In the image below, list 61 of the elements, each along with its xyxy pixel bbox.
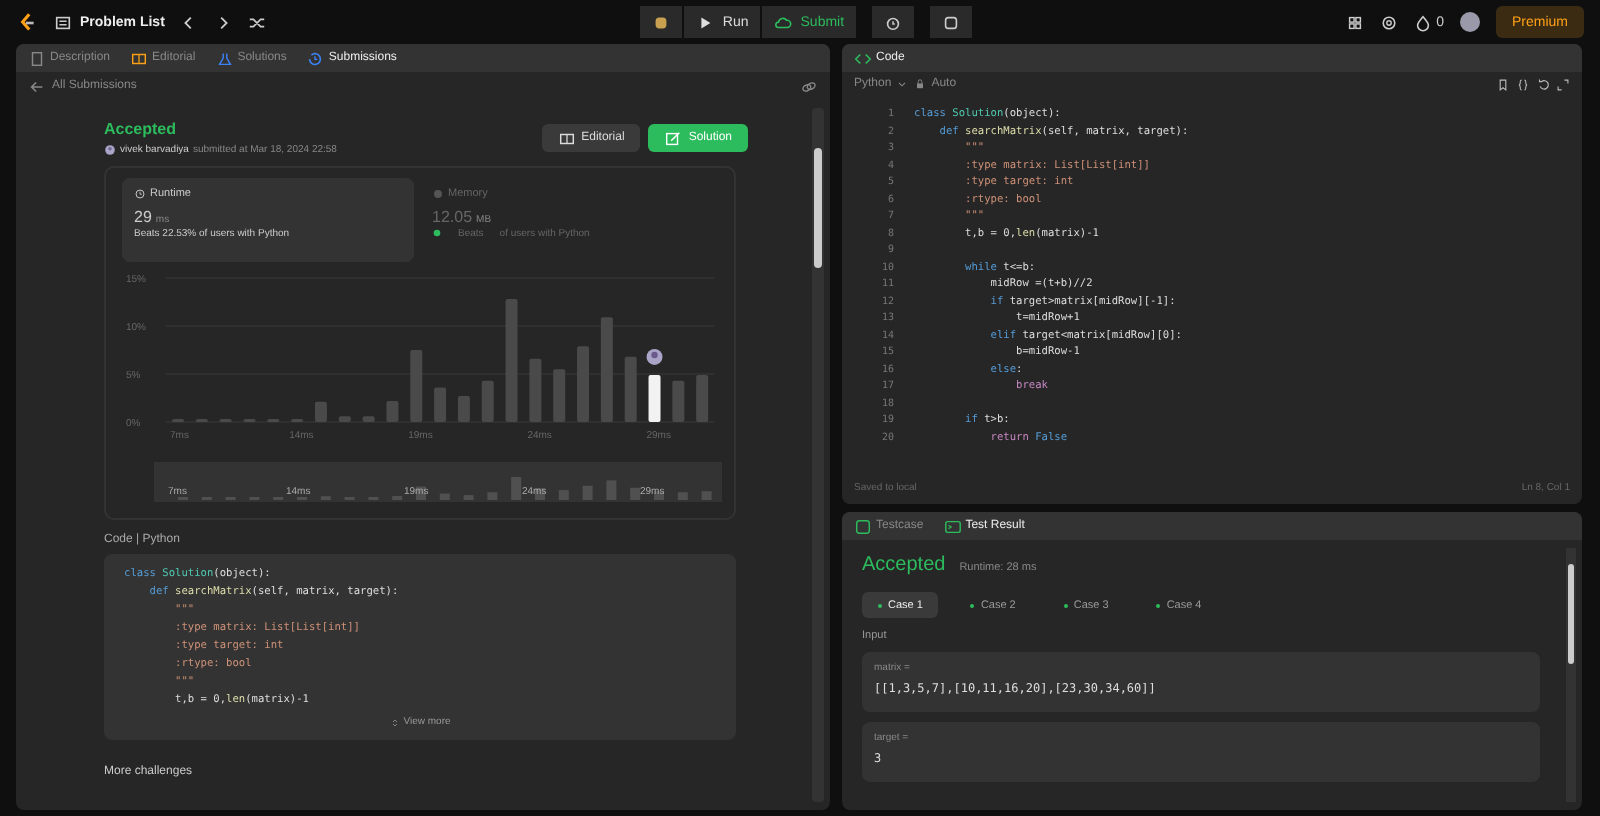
stat-value: 12.05 — [432, 208, 473, 226]
your-runtime-bar — [648, 374, 661, 422]
undo-icon — [1536, 77, 1550, 91]
book-icon — [130, 49, 149, 67]
history-icon — [306, 49, 325, 67]
bar — [696, 374, 709, 422]
bar — [434, 387, 447, 422]
bar — [672, 380, 685, 422]
expand-icon — [389, 717, 400, 727]
bar — [314, 401, 327, 422]
bar — [577, 346, 590, 422]
bookmark-icon — [1496, 77, 1510, 91]
bar — [362, 416, 375, 422]
bar — [505, 299, 518, 422]
submission-status: Accepted — [104, 120, 179, 138]
shuffle-icon — [248, 13, 267, 31]
avatar[interactable] — [1459, 12, 1480, 32]
checkbox-icon — [854, 517, 872, 535]
bar — [624, 356, 637, 422]
grid-icon — [1346, 13, 1365, 31]
flame-icon — [1414, 13, 1433, 31]
scrollbar[interactable] — [812, 108, 824, 802]
arrow-left-icon — [28, 77, 46, 95]
list-icon — [54, 13, 72, 31]
stat-value: 29 — [134, 208, 152, 226]
bar — [457, 396, 470, 422]
caret-icon — [895, 78, 908, 90]
bar — [338, 416, 351, 422]
bar — [600, 317, 613, 422]
bar — [529, 358, 542, 422]
scrollbar[interactable] — [1566, 548, 1576, 802]
braces-icon — [1516, 77, 1530, 91]
logo-icon — [16, 11, 38, 33]
alarm-clock-icon — [884, 13, 903, 31]
lock-icon — [913, 78, 926, 90]
timer-button[interactable] — [872, 6, 915, 38]
bar — [410, 350, 423, 422]
link-icon — [800, 77, 818, 95]
flask-icon — [215, 49, 234, 67]
document-icon — [28, 49, 46, 67]
user-avatar-icon — [104, 144, 116, 156]
note-icon — [942, 13, 961, 31]
bar — [553, 369, 566, 422]
play-icon — [696, 13, 715, 31]
bug-icon — [652, 13, 671, 31]
terminal-icon — [943, 517, 962, 535]
notes-button[interactable] — [930, 6, 973, 38]
check-icon — [432, 228, 442, 238]
settings-icon — [1380, 13, 1399, 31]
code-icon — [854, 49, 872, 67]
cloud-upload-icon — [774, 13, 793, 31]
debug-button[interactable] — [640, 6, 683, 38]
edit-icon — [664, 129, 683, 147]
bar — [386, 400, 399, 422]
user-avatar-icon — [646, 348, 663, 365]
chip-icon — [432, 188, 444, 200]
expand-icon — [1556, 77, 1570, 91]
clock-icon — [134, 188, 146, 200]
book-icon — [557, 129, 576, 147]
bar — [481, 380, 494, 422]
result-status: Accepted — [862, 554, 946, 576]
